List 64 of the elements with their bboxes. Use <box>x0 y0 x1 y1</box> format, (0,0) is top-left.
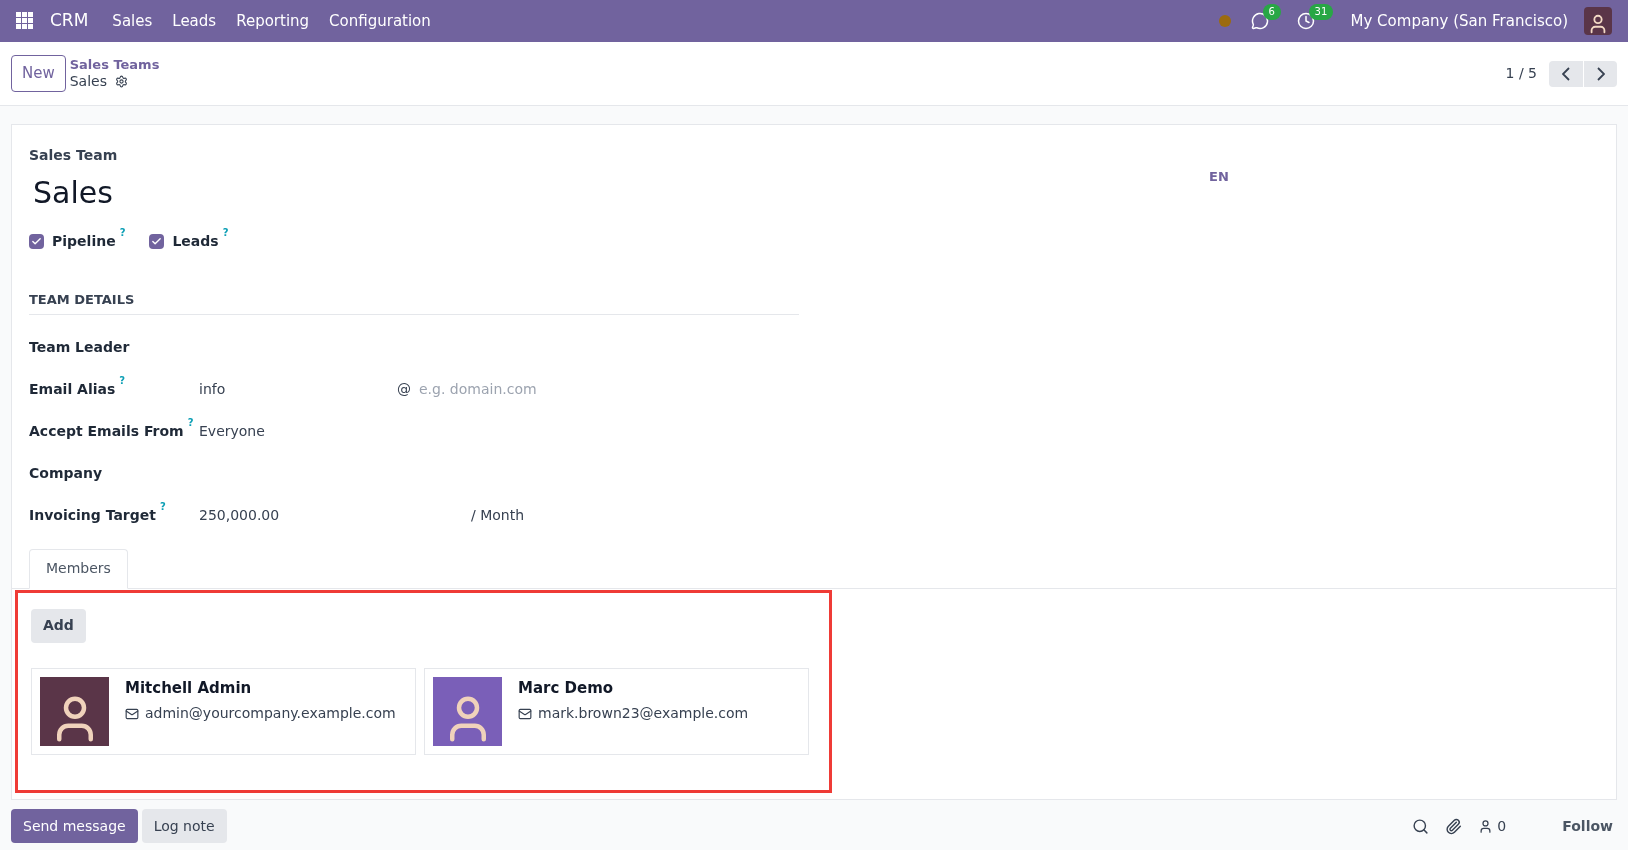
previous-button[interactable] <box>1549 60 1583 87</box>
domain-input[interactable]: e.g. domain.com <box>419 379 619 400</box>
menu-item[interactable]: Reporting <box>236 9 310 33</box>
clock-icon[interactable] <box>1296 12 1315 30</box>
record-name: Sales <box>69 72 107 91</box>
field-label: Email Alias <box>29 380 116 399</box>
checkbox[interactable] <box>149 234 165 249</box>
field-label: Invoicing Target <box>29 506 156 525</box>
field-value[interactable]: Everyone <box>199 421 397 442</box>
follow-button[interactable]: Follow <box>1562 815 1613 837</box>
checkbox-label: Leads <box>172 232 219 251</box>
member-email: mark.brown23@example.com <box>538 704 749 723</box>
next-button[interactable] <box>1583 60 1617 87</box>
person-icon <box>1478 818 1494 834</box>
activity-count-badge: 31 <box>1308 4 1334 20</box>
user-avatar[interactable] <box>1584 7 1612 35</box>
message-count-badge: 6 <box>1262 4 1281 20</box>
menu-item[interactable]: Sales <box>112 9 153 33</box>
help-tooltip-mark[interactable]: ? <box>119 375 126 387</box>
envelope-icon <box>518 706 532 721</box>
pager-value[interactable]: 1 / 5 <box>1505 63 1537 84</box>
apps-grid-icon[interactable] <box>16 12 34 30</box>
company-switcher[interactable]: My Company (San Francisco) <box>1350 9 1568 33</box>
member-card[interactable]: Marc Demo mark.brown23@example.com <box>424 667 809 755</box>
help-tooltip-mark[interactable]: ? <box>160 501 166 513</box>
followers-button[interactable]: 0 <box>1478 815 1507 837</box>
record-title[interactable]: Sales <box>33 170 799 215</box>
checkbox-label: Pipeline <box>52 232 116 251</box>
help-tooltip-mark[interactable]: ? <box>222 227 229 239</box>
field-label: Team Leader <box>29 338 130 357</box>
menu-item[interactable]: Configuration <box>329 9 431 33</box>
field-value[interactable]: info <box>199 379 397 400</box>
at-sign: @ <box>397 380 411 399</box>
log-note-button[interactable]: Log note <box>141 809 227 843</box>
member-name: Marc Demo <box>518 677 615 699</box>
field-label: Accept Emails From <box>29 422 184 441</box>
search-icon[interactable] <box>1412 817 1430 835</box>
language-button[interactable]: EN <box>1209 167 1229 187</box>
chat-icon[interactable] <box>1250 12 1269 30</box>
menu-item[interactable]: Leads <box>172 9 217 33</box>
send-message-button[interactable]: Send message <box>11 809 138 843</box>
section-heading: TEAM DETAILS <box>29 290 799 315</box>
settings-icon[interactable] <box>115 75 128 89</box>
envelope-icon <box>125 706 139 721</box>
member-name: Mitchell Admin <box>125 677 253 699</box>
new-button[interactable]: New <box>11 55 66 92</box>
member-email: admin@yourcompany.example.com <box>145 704 396 723</box>
paperclip-icon[interactable] <box>1445 817 1463 835</box>
help-tooltip-mark[interactable]: ? <box>187 417 194 429</box>
field-value[interactable]: 250,000.00 <box>199 505 471 526</box>
add-button[interactable]: Add <box>31 608 86 643</box>
check-icon <box>151 236 163 247</box>
notebook-tab[interactable]: Members <box>29 548 128 589</box>
field-label: Company <box>29 464 103 483</box>
app-name[interactable]: CRM <box>50 8 89 34</box>
check-icon <box>31 236 42 247</box>
help-tooltip-mark[interactable]: ? <box>119 227 126 239</box>
field-label: Sales Team <box>29 146 119 165</box>
breadcrumb-link[interactable]: Sales Teams <box>69 56 160 73</box>
checkbox[interactable] <box>29 234 44 249</box>
chevron-left-icon <box>1562 66 1570 81</box>
chevron-right-icon <box>1596 66 1605 81</box>
period-unit: / Month <box>471 506 525 525</box>
member-card[interactable]: Mitchell Admin admin@yourcompany.example.com <box>31 667 416 755</box>
